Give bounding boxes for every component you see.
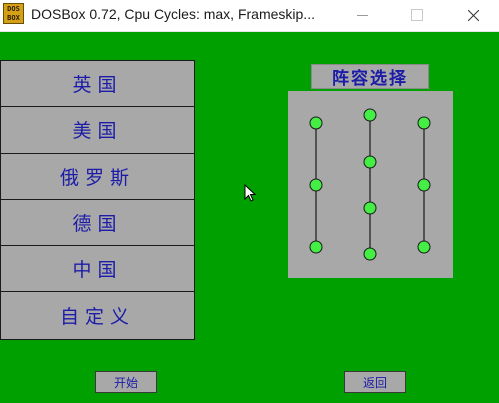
formation-graph [309,108,431,261]
menu-item-germany[interactable]: 德国 [1,199,194,247]
minimize-button[interactable] [339,0,385,31]
formation-node[interactable] [417,178,431,192]
close-button[interactable] [447,0,499,31]
formation-title: 阵容选择 [311,64,429,89]
maximize-button[interactable] [393,0,439,31]
formation-node[interactable] [363,201,377,215]
formation-node[interactable] [417,116,431,130]
formation-node[interactable] [363,247,377,261]
icon-text-top: DOS [7,5,20,13]
formation-node[interactable] [417,240,431,254]
window-title: DOSBox 0.72, Cpu Cycles: max, Frameskip.… [31,6,315,22]
country-menu: 英国 美国 俄罗斯 德国 中国 自定义 [0,60,195,340]
formation-diagram[interactable] [288,91,453,278]
title-bar: DOS BOX DOSBox 0.72, Cpu Cycles: max, Fr… [0,0,499,32]
menu-item-russia[interactable]: 俄罗斯 [1,153,194,200]
start-button[interactable]: 开始 [95,371,157,393]
back-button[interactable]: 返回 [344,371,406,393]
formation-node[interactable] [309,240,323,254]
mouse-cursor-icon [244,184,256,202]
menu-item-china[interactable]: 中国 [1,246,194,293]
formation-node[interactable] [309,116,323,130]
formation-node[interactable] [363,155,377,169]
dosbox-app-icon[interactable]: DOS BOX [3,3,24,24]
menu-item-custom[interactable]: 自定义 [1,292,194,339]
close-icon [468,10,479,21]
formation-node[interactable] [309,178,323,192]
menu-item-england[interactable]: 英国 [1,61,194,108]
formation-node[interactable] [363,108,377,122]
menu-item-usa[interactable]: 美国 [1,107,194,154]
game-screen: 英国 美国 俄罗斯 德国 中国 自定义 阵容选择 开始 返回 [0,32,499,403]
icon-text-bottom: BOX [7,14,20,22]
